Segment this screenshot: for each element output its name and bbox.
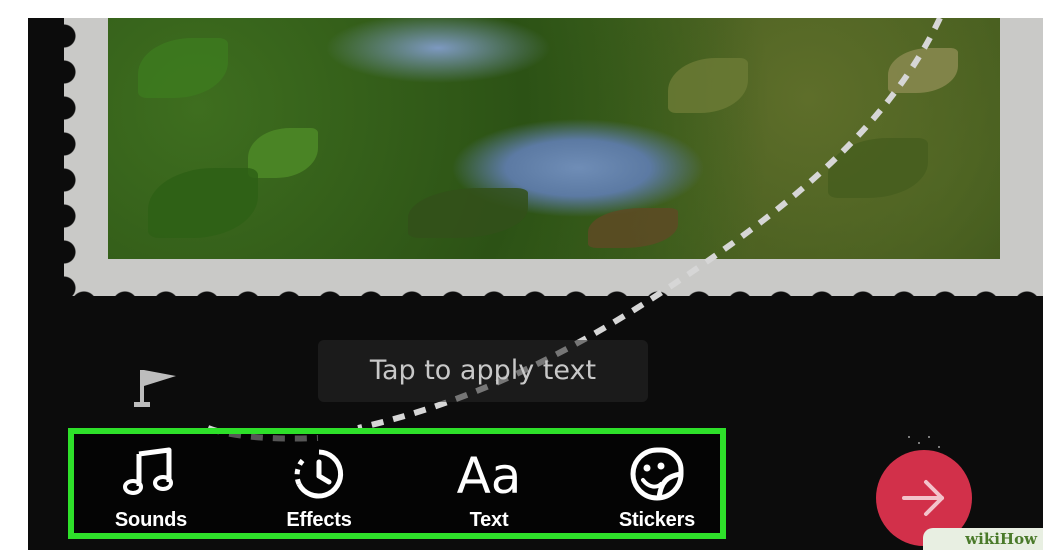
stickers-label: Stickers (618, 509, 696, 531)
effects-label: Effects (286, 509, 352, 531)
stamp-frame (64, 18, 1043, 296)
music-note-icon (123, 447, 173, 495)
stamp-perforation-bottom (64, 276, 1043, 316)
stickers-button[interactable]: Stickers (592, 440, 722, 536)
flag-icon (134, 370, 176, 407)
watermark: wikiHow (923, 528, 1043, 550)
editor-toolbar: Sounds Effects Aa Text Stickers (68, 428, 726, 539)
effects-button[interactable]: Effects (254, 440, 384, 536)
sounds-label: Sounds (114, 509, 188, 531)
editor-canvas[interactable]: Tap to apply text Sounds Effects Aa Text… (28, 18, 1043, 550)
left-margin (0, 0, 28, 550)
sounds-button[interactable]: Sounds (86, 440, 216, 536)
arrow-right-icon (902, 480, 944, 516)
stamp-photo (108, 18, 1000, 259)
tap-to-apply-text-hint[interactable]: Tap to apply text (318, 340, 648, 402)
text-label: Text (469, 509, 509, 531)
text-aa-icon: Aa (456, 447, 522, 505)
text-button[interactable]: Aa Text (424, 440, 554, 536)
sticker-face-icon (630, 447, 684, 501)
timer-effects-icon (294, 449, 344, 499)
stamp-perforation-left (52, 18, 76, 296)
top-margin (0, 0, 1043, 18)
